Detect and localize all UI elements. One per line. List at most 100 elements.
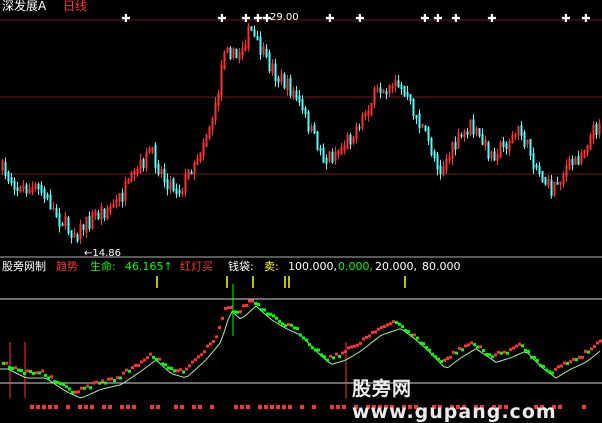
trend-dot <box>443 358 446 362</box>
low-price-label: ←14.86 <box>84 248 122 259</box>
life-label: 生命: <box>90 260 116 273</box>
volume-tick <box>108 405 112 409</box>
trend-dot <box>536 359 539 363</box>
trend-dot <box>395 320 398 324</box>
candle-body <box>280 73 283 82</box>
candle-body <box>418 113 421 129</box>
trend-dot <box>446 356 449 360</box>
candle-body <box>112 203 115 208</box>
volume-tick <box>234 405 238 409</box>
candle-body <box>421 123 424 128</box>
candle-body <box>589 134 592 150</box>
trend-dot <box>149 352 152 356</box>
volume-tick <box>180 405 184 409</box>
candle-body <box>241 47 244 56</box>
trend-dot <box>218 326 221 330</box>
candle-body <box>238 52 241 61</box>
trend-dot <box>452 350 455 354</box>
candle-body <box>133 170 136 175</box>
candle-body <box>34 184 37 189</box>
volume-tick <box>264 405 268 409</box>
trend-dot <box>497 350 500 354</box>
trend-dot <box>131 366 134 370</box>
candle-body <box>55 207 58 218</box>
candle-body <box>451 141 454 160</box>
trend-dot <box>242 304 245 308</box>
trend-dot <box>494 353 497 357</box>
trend-dot <box>461 348 464 352</box>
buy-signal-marker: ✚ <box>121 12 130 25</box>
candle-body <box>28 188 31 194</box>
volume-tick <box>342 405 346 409</box>
candle-body <box>532 153 535 170</box>
candle-body <box>22 185 25 190</box>
volume-tick <box>312 405 316 409</box>
candle-body <box>493 151 496 161</box>
volume-tick <box>270 405 274 409</box>
trend-dot <box>428 348 431 352</box>
candle-body <box>226 47 229 53</box>
trend-dot <box>290 323 293 327</box>
trend-dot <box>560 364 563 368</box>
trend-dot <box>125 368 128 372</box>
trend-dot <box>590 347 593 351</box>
trend-dot <box>572 357 575 361</box>
candle-body <box>145 151 148 169</box>
trend-dot <box>296 327 299 331</box>
trend-dot <box>254 301 257 305</box>
volume-tick <box>156 405 160 409</box>
volume-tick <box>30 405 34 409</box>
trend-dot <box>422 342 425 346</box>
candle-body <box>82 224 85 231</box>
candle-body <box>4 162 7 177</box>
trend-dot <box>455 351 458 355</box>
trend-dot <box>2 361 5 365</box>
indicator-name[interactable]: 股旁网制 <box>2 260 46 274</box>
candle-body <box>400 84 403 90</box>
candle-body <box>334 151 337 161</box>
high-price-label: —29.00 <box>260 12 299 23</box>
trend-dot <box>554 367 557 371</box>
trend-dot <box>86 384 89 388</box>
trend-dot <box>401 325 404 329</box>
candle-body <box>31 187 34 193</box>
trend-dot <box>266 312 269 316</box>
trend-dot <box>413 333 416 337</box>
candle-body <box>349 134 352 145</box>
candle-body <box>346 134 349 150</box>
trend-dot <box>176 369 179 373</box>
trend-dot <box>344 350 347 354</box>
candle-body <box>298 95 301 103</box>
trend-dot <box>305 338 308 342</box>
candle-body <box>436 154 439 170</box>
candle-body <box>244 44 247 51</box>
trend-dot <box>557 365 560 369</box>
buy-signal-marker: ✚ <box>241 12 250 25</box>
volume-tick <box>126 405 130 409</box>
candle-body <box>229 47 232 60</box>
trend-dot <box>44 373 47 377</box>
trend-dot <box>482 349 485 353</box>
candle-body <box>505 143 508 149</box>
candle-body <box>271 63 274 73</box>
trend-dot <box>515 344 518 348</box>
candle-body <box>409 94 412 102</box>
volume-tick <box>288 405 292 409</box>
trend-dot <box>269 312 272 316</box>
trend-dot <box>23 371 26 375</box>
trend-dot <box>308 343 311 347</box>
candle-body <box>529 139 532 156</box>
trend-dot <box>521 344 524 348</box>
trend-dot <box>545 368 548 372</box>
candle-body <box>250 26 253 31</box>
chart-canvas[interactable]: ✚ ✚ ✚ ✚ ✚ ✚ ✚ ✚ ✚ ✚ ✚ ✚ ✚ <box>0 0 602 414</box>
candle-body <box>535 165 538 168</box>
trend-dot <box>518 342 521 346</box>
candle-body <box>259 36 262 55</box>
value-3: 20.000, <box>375 260 417 273</box>
candle-body <box>193 162 196 175</box>
candle-body <box>121 192 124 202</box>
trend-dot <box>122 371 125 375</box>
candle-body <box>91 212 94 229</box>
trend-dot <box>143 358 146 362</box>
